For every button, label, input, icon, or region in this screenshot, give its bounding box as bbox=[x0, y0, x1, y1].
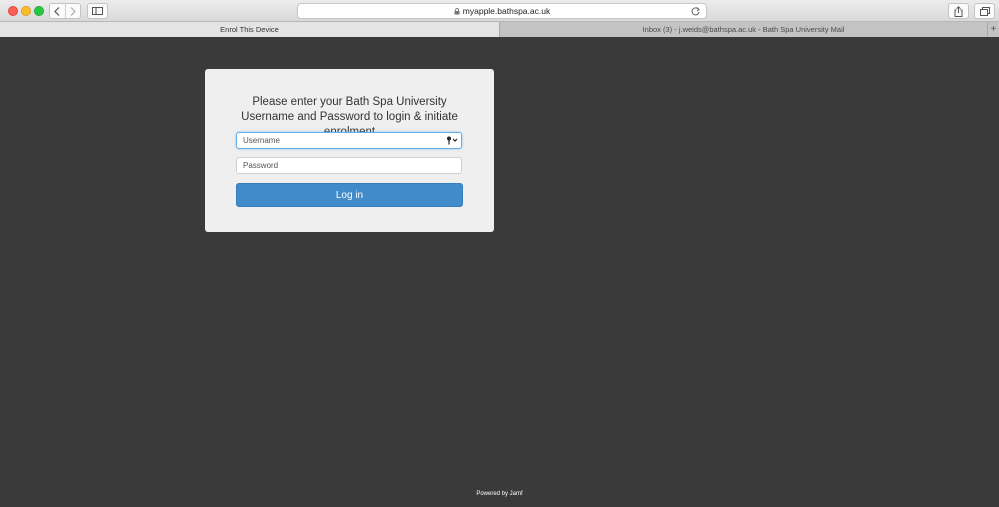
tab-bar: Enrol This Device Inbox (3) - j.weids@ba… bbox=[0, 22, 999, 37]
share-button[interactable] bbox=[948, 3, 969, 19]
login-button[interactable]: Log in bbox=[236, 183, 463, 207]
tabs-overview-icon bbox=[979, 6, 990, 16]
username-input[interactable] bbox=[236, 132, 462, 149]
close-window-button[interactable] bbox=[8, 6, 18, 16]
tab-overview-button[interactable] bbox=[974, 3, 995, 19]
tab-enrol-device[interactable]: Enrol This Device bbox=[0, 22, 500, 37]
back-icon bbox=[54, 6, 60, 16]
forward-button[interactable] bbox=[64, 4, 81, 18]
address-bar[interactable]: myapple.bathspa.ac.uk bbox=[297, 3, 707, 19]
browser-toolbar: myapple.bathspa.ac.uk bbox=[0, 0, 999, 22]
sidebar-icon bbox=[92, 7, 103, 15]
url-text: myapple.bathspa.ac.uk bbox=[462, 6, 551, 16]
new-tab-button[interactable]: + bbox=[987, 22, 999, 37]
forward-icon bbox=[70, 6, 76, 16]
back-button[interactable] bbox=[50, 4, 65, 18]
share-icon bbox=[954, 5, 963, 17]
lock-icon bbox=[454, 7, 460, 14]
reload-icon[interactable] bbox=[690, 6, 701, 17]
footer-powered-by: Powered by Jamf bbox=[476, 491, 523, 497]
zoom-window-button[interactable] bbox=[34, 6, 44, 16]
sidebar-button[interactable] bbox=[87, 3, 108, 19]
login-card: Please enter your Bath Spa University Us… bbox=[205, 69, 494, 232]
navigation-buttons bbox=[49, 3, 81, 19]
tab-inbox-mail[interactable]: Inbox (3) - j.weids@bathspa.ac.uk - Bath… bbox=[500, 22, 987, 37]
page-content: Please enter your Bath Spa University Us… bbox=[0, 38, 999, 507]
password-autofill-key-icon[interactable] bbox=[446, 136, 458, 145]
password-input[interactable] bbox=[236, 157, 462, 174]
minimize-window-button[interactable] bbox=[21, 6, 31, 16]
